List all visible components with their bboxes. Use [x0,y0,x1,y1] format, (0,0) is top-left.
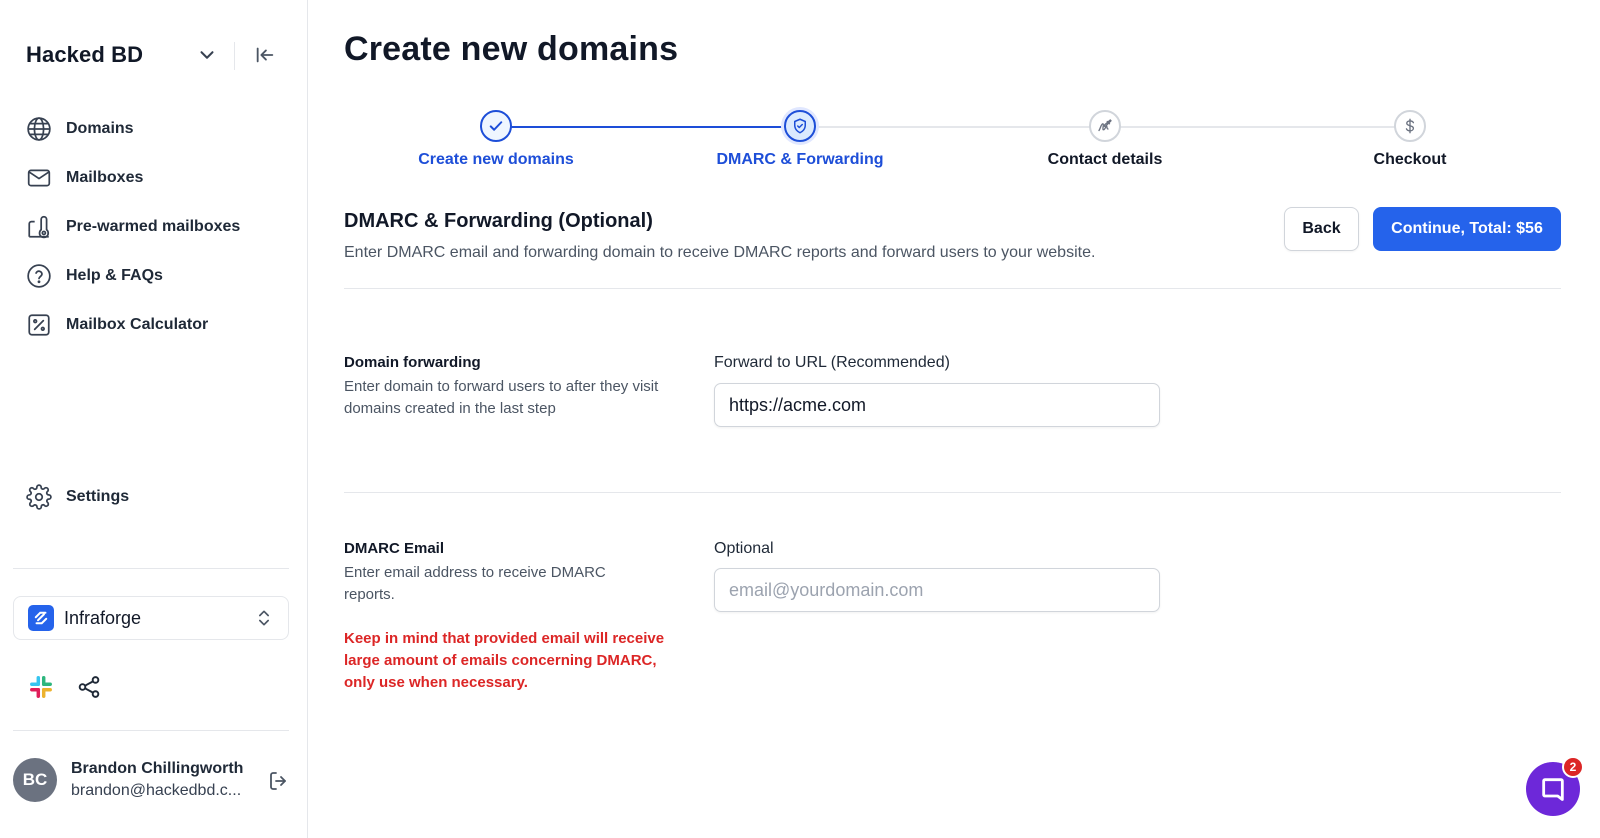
progress-stepper: Create new domains DMARC & Forwarding Co… [344,108,1560,178]
notification-badge: 2 [1562,756,1584,778]
organization-name: Infraforge [64,607,142,628]
step-indicator [480,110,512,142]
gear-icon [26,484,52,510]
sidebar-item-mailboxes[interactable]: Mailboxes [26,153,286,202]
sidebar-item-help-faqs[interactable]: Help & FAQs [26,251,286,300]
chevron-up-down-icon [259,610,269,626]
chevron-down-icon[interactable] [196,44,218,66]
slack-icon[interactable] [28,674,54,700]
collapse-sidebar-icon[interactable] [254,44,276,66]
forwarding-title: Domain forwarding [344,354,481,371]
step-label: Checkout [1373,151,1447,168]
step-label: Create new domains [418,151,574,168]
integration-tools [28,674,102,700]
section-divider [344,492,1561,493]
dmarc-email-label: Optional [714,540,774,557]
sidebar-item-settings[interactable]: Settings [26,472,129,522]
forwarding-description: Enter domain to forward users to after t… [344,378,659,417]
signature-icon [1098,119,1112,132]
back-button[interactable]: Back [1284,207,1359,251]
user-email: brandon@hackedbd.c... [71,782,242,799]
chat-icon [1542,778,1564,801]
workspace-name: Hacked BD [26,42,144,67]
header-divider [234,42,235,70]
settings-label: Settings [66,488,130,505]
infraforge-logo-icon [28,605,54,631]
sidebar: Hacked BD Domains Mailboxes Pre-warmed m… [0,0,308,838]
forward-url-label: Forward to URL (Recommended) [714,354,950,371]
avatar: BC [13,758,57,802]
dmarc-email-input[interactable] [714,568,1160,612]
step-label: Contact details [1047,151,1163,168]
step-indicator [784,110,816,142]
sidebar-item-label: Mailbox Calculator [66,315,209,333]
forward-url-input[interactable] [714,383,1160,427]
section-title: DMARC & Forwarding (Optional) [344,210,653,232]
organization-select[interactable]: Infraforge [13,596,289,640]
help-circle-icon [27,263,51,288]
thermometer-icon [28,215,50,238]
workspace-header: Hacked BD [26,38,282,72]
sidebar-divider [13,568,289,569]
step-contact-details[interactable]: Contact details [995,108,1215,169]
step-label: DMARC & Forwarding [716,151,884,168]
continue-button[interactable]: Continue, Total: $56 [1373,207,1561,251]
sidebar-item-label: Pre-warmed mailboxes [66,217,241,235]
logout-icon[interactable] [267,769,291,793]
sidebar-item-label: Help & FAQs [66,266,163,284]
mail-icon [27,169,51,186]
user-name: Brandon Chillingworth [71,760,244,777]
calculator-icon [28,313,50,336]
sidebar-item-label: Domains [66,119,134,137]
check-icon [489,121,503,131]
share-icon[interactable] [76,674,102,700]
globe-icon [27,116,51,141]
sidebar-item-pre-warmed-mailboxes[interactable]: Pre-warmed mailboxes [26,202,286,251]
sidebar-divider [13,730,289,731]
section-divider [344,288,1561,289]
shield-icon [794,118,806,134]
section-description: Enter DMARC email and forwarding domain … [344,244,1096,261]
sidebar-item-label: Mailboxes [66,168,144,186]
step-create-new-domains[interactable]: Create new domains [386,108,606,169]
dmarc-email-title: DMARC Email [344,540,445,557]
sidebar-item-mailbox-calculator[interactable]: Mailbox Calculator [26,300,286,349]
step-checkout[interactable]: Checkout [1300,108,1520,169]
step-dmarc-forwarding[interactable]: DMARC & Forwarding [690,108,910,169]
sidebar-item-domains[interactable]: Domains [26,104,286,153]
dollar-icon [1405,118,1415,134]
dmarc-email-description: Enter email address to receive DMARC rep… [344,564,606,603]
step-indicator [1394,110,1426,142]
sidebar-nav: Domains Mailboxes Pre-warmed mailboxes H… [26,104,286,349]
page-title: Create new domains [344,30,679,68]
user-profile: BC Brandon Chillingworth brandon@hackedb… [13,758,293,804]
dmarc-warning: Keep in mind that provided email will re… [344,630,665,691]
step-indicator [1089,110,1121,142]
